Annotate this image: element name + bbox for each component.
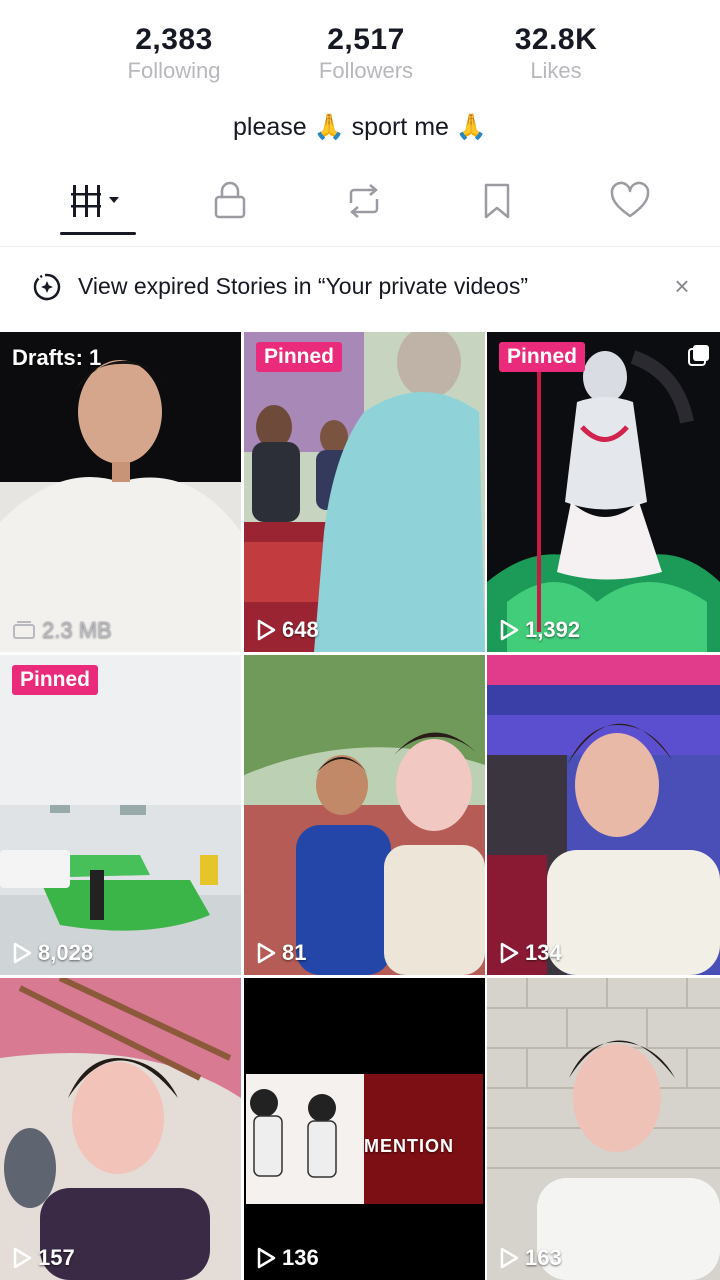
play-icon	[257, 619, 276, 641]
likes-label: Likes	[530, 58, 582, 83]
view-count-value: 1,392	[525, 617, 581, 642]
view-count-value: 136	[282, 1245, 319, 1270]
play-icon	[500, 942, 519, 964]
play-icon	[257, 1247, 276, 1269]
video-tile[interactable]: 134	[487, 655, 720, 975]
video-thumbnail	[487, 332, 720, 652]
drafts-storage-icon	[13, 621, 35, 639]
view-count: 81	[256, 939, 306, 967]
stories-add-icon	[33, 273, 61, 301]
close-icon[interactable]: ×	[668, 272, 696, 300]
likes-count: 32.8K	[514, 23, 598, 56]
tabs-divider	[0, 246, 720, 247]
draft-size: 2.3 MB	[12, 616, 112, 644]
video-grid: Drafts: 1 2.3 MB Pinned 648 Pinned 1,392…	[0, 332, 720, 1280]
video-thumbnail	[0, 978, 241, 1280]
view-count: 1,392	[499, 616, 580, 644]
view-count: 134	[499, 939, 562, 967]
pinned-badge: Pinned	[256, 342, 343, 372]
following-stat[interactable]: 2,383 Following	[74, 22, 274, 84]
video-tile[interactable]: 81	[244, 655, 485, 975]
mention-overlay: MENTION	[364, 1132, 454, 1160]
pinned-badge: Pinned	[499, 342, 586, 372]
tab-favorites[interactable]	[457, 170, 537, 232]
video-tile[interactable]: Pinned 8,028	[0, 655, 241, 975]
active-tab-indicator	[60, 232, 136, 235]
following-count: 2,383	[135, 23, 213, 56]
video-thumbnail	[487, 655, 720, 975]
tab-private[interactable]	[190, 170, 270, 232]
play-icon	[500, 1247, 519, 1269]
view-count-value: 157	[38, 1245, 75, 1270]
video-tile[interactable]: Pinned 1,392	[487, 332, 720, 652]
profile-stats: 2,383 Following 2,517 Followers 32.8K Li…	[0, 22, 720, 92]
play-icon	[13, 1247, 32, 1269]
play-icon	[13, 942, 32, 964]
video-thumbnail	[0, 655, 241, 975]
video-tile[interactable]: Pinned 648	[244, 332, 485, 652]
followers-stat[interactable]: 2,517 Followers	[266, 22, 466, 84]
view-count: 8,028	[12, 939, 93, 967]
expired-stories-banner[interactable]: View expired Stories in “Your private vi…	[0, 252, 720, 320]
banner-text: View expired Stories in “Your private vi…	[78, 273, 529, 299]
video-thumbnail	[487, 978, 720, 1280]
lock-icon	[214, 181, 246, 219]
play-icon	[257, 942, 276, 964]
view-count: 157	[12, 1244, 75, 1272]
drafts-label: Drafts: 1	[12, 345, 102, 370]
view-count: 163	[499, 1244, 562, 1272]
view-count: 648	[256, 616, 319, 644]
tab-repost[interactable]	[324, 170, 404, 232]
view-count-value: 163	[525, 1245, 562, 1270]
multi-photo-icon	[688, 345, 709, 366]
video-thumbnail	[244, 978, 485, 1280]
profile-bio: please 🙏 sport me 🙏	[232, 113, 488, 141]
draft-size-value: 2.3 MB	[42, 617, 112, 642]
pinned-badge: Pinned	[12, 665, 99, 695]
mention-text: MENTION	[364, 1136, 454, 1156]
tab-liked[interactable]	[590, 170, 670, 232]
view-count-value: 134	[525, 940, 562, 965]
likes-stat[interactable]: 32.8K Likes	[456, 22, 656, 84]
videos-grid-icon	[71, 185, 119, 217]
view-count-value: 8,028	[38, 940, 94, 965]
followers-count: 2,517	[327, 23, 405, 56]
view-count-value: 648	[282, 617, 319, 642]
following-label: Following	[127, 58, 221, 83]
video-tile[interactable]: 157	[0, 978, 241, 1280]
video-tile[interactable]: MENTION 136	[244, 978, 485, 1280]
video-thumbnail	[244, 655, 485, 975]
repost-icon	[349, 184, 379, 218]
video-tile-draft[interactable]: Drafts: 1 2.3 MB	[0, 332, 241, 652]
play-icon	[500, 619, 519, 641]
view-count: 136	[256, 1244, 319, 1272]
heart-icon	[610, 181, 650, 218]
profile-tabs	[0, 170, 720, 238]
video-thumbnail	[0, 332, 241, 652]
bookmark-icon	[484, 183, 510, 219]
followers-label: Followers	[318, 58, 414, 83]
video-thumbnail	[244, 332, 485, 652]
video-tile[interactable]: 163	[487, 978, 720, 1280]
view-count-value: 81	[282, 940, 307, 965]
tab-videos[interactable]	[57, 170, 137, 232]
